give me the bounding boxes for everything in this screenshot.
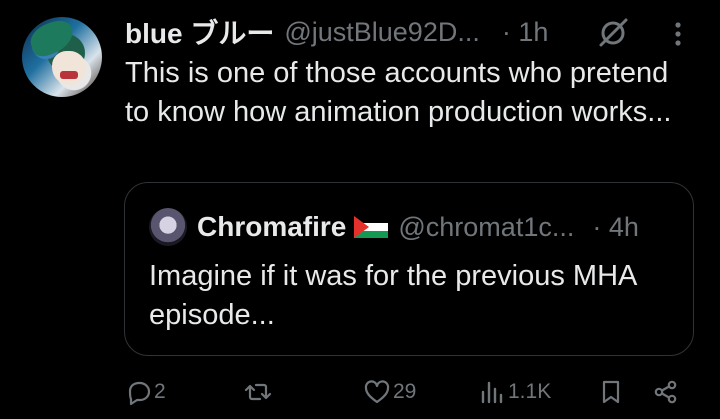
reply-count: 2 [154,380,166,403]
tweet-header: blue ブルー @justBlue92D... · 1h [125,14,548,50]
tweet-time[interactable]: · 1h [502,17,549,48]
palestine-flag-icon [354,216,389,238]
quoted-tweet-header: Chromafire @chromat1c... · 4h [197,207,639,247]
share-icon [654,380,677,404]
like-button[interactable]: 29 [363,370,416,414]
views-count: 1.1K [508,380,552,403]
avatar-mouth [60,71,78,79]
bookmark-button[interactable] [597,370,625,414]
retweet-icon [244,383,272,401]
retweet-button[interactable] [244,370,274,414]
tweet-text: This is one of those accounts who preten… [125,57,672,128]
like-icon [364,380,390,404]
quoted-author-avatar[interactable] [149,208,187,246]
quoted-author-handle: @chromat1c... [398,211,575,242]
reply-button[interactable]: 2 [124,370,166,414]
grok-icon[interactable] [596,16,630,50]
author-avatar[interactable] [22,17,102,97]
views-icon [481,381,503,404]
quoted-tweet-text: Imagine if it was for the previous MHA e… [149,260,636,331]
share-button[interactable] [652,370,680,414]
quoted-tweet[interactable]: Chromafire @chromat1c... · 4h Imagine if… [124,182,694,356]
reply-icon [128,381,151,406]
author-name[interactable]: blue ブルー [125,12,274,52]
quoted-tweet-time: · 4h [592,211,639,242]
like-count: 29 [393,380,417,403]
quoted-author-name: Chromafire [197,211,347,242]
author-handle[interactable]: @justBlue92D... [284,17,480,48]
views-button[interactable]: 1.1K [478,370,551,414]
avatar-face [52,51,86,85]
bookmark-icon [602,380,620,404]
tweet-actions: 2 29 1.1K [0,370,720,414]
more-icon[interactable] [668,20,688,48]
